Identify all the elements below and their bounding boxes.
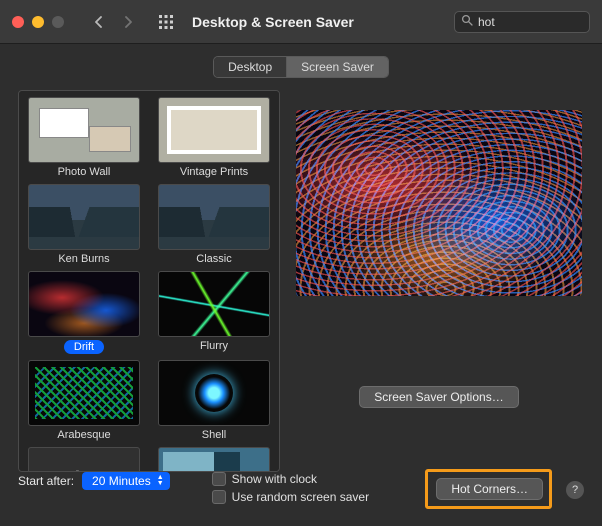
hot-corners-highlight: Hot Corners… — [425, 469, 552, 509]
start-after-label: Start after: — [18, 474, 74, 488]
tab-bar: Desktop Screen Saver — [18, 56, 584, 78]
screensaver-caption: Shell — [202, 429, 226, 441]
start-after-value: 20 Minutes — [92, 474, 151, 488]
show-with-clock-checkbox[interactable]: Show with clock — [212, 472, 369, 486]
screensaver-item-album-artwork[interactable]: Album Artwork — [153, 447, 275, 472]
screensaver-thumbnail — [158, 360, 270, 426]
screensaver-thumbnail — [158, 271, 270, 337]
screensaver-preview — [296, 110, 582, 296]
window-controls — [12, 16, 64, 28]
use-random-checkbox[interactable]: Use random screen saver — [212, 490, 369, 504]
show-all-prefs-button[interactable] — [158, 14, 174, 30]
search-input[interactable] — [478, 15, 602, 29]
screensaver-caption: Ken Burns — [58, 253, 109, 265]
zoom-window-button[interactable] — [52, 16, 64, 28]
window-title: Desktop & Screen Saver — [192, 14, 354, 30]
screensaver-caption: Arabesque — [57, 429, 110, 441]
titlebar: Desktop & Screen Saver ✕ — [0, 0, 602, 44]
screensaver-thumbnail — [28, 97, 140, 163]
screensaver-caption: Vintage Prints — [180, 166, 248, 178]
start-after-dropdown[interactable]: 20 Minutes ▲▼ — [82, 472, 170, 490]
screensaver-item-ken-burns[interactable]: Ken Burns — [23, 184, 145, 265]
screensaver-item-vintage-prints[interactable]: Vintage Prints — [153, 97, 275, 178]
screensaver-thumbnail — [28, 271, 140, 337]
screensaver-caption: Drift — [64, 340, 104, 354]
checkbox-icon — [212, 490, 226, 504]
screensaver-thumbnail — [28, 184, 140, 250]
screensaver-thumbnail — [158, 447, 270, 472]
checkbox-icon — [212, 472, 226, 486]
stepper-icon: ▲▼ — [157, 475, 164, 487]
screensaver-item-shell[interactable]: Shell — [153, 360, 275, 441]
screensaver-thumbnail: Aa — [28, 447, 140, 472]
screensaver-thumbnail — [158, 97, 270, 163]
screensaver-caption: Classic — [196, 253, 231, 265]
screensaver-item-photo-wall[interactable]: Photo Wall — [23, 97, 145, 178]
tab-desktop[interactable]: Desktop — [214, 57, 286, 77]
screensaver-item-classic[interactable]: Classic — [153, 184, 275, 265]
screensaver-list[interactable]: Photo Wall Vintage Prints Ken Burns Classic… — [18, 90, 280, 472]
hot-corners-button[interactable]: Hot Corners… — [436, 478, 543, 500]
screensaver-item-arabesque[interactable]: Arabesque — [23, 360, 145, 441]
help-button[interactable]: ? — [566, 481, 584, 499]
screensaver-item-drift[interactable]: Drift — [23, 271, 145, 354]
screen-saver-options-button[interactable]: Screen Saver Options… — [359, 386, 518, 408]
screensaver-caption: Flurry — [200, 340, 228, 352]
screensaver-item-flurry[interactable]: Flurry — [153, 271, 275, 354]
search-icon — [461, 14, 473, 29]
screensaver-caption: Photo Wall — [58, 166, 111, 178]
close-window-button[interactable] — [12, 16, 24, 28]
search-field[interactable]: ✕ — [454, 11, 590, 33]
tab-screen-saver[interactable]: Screen Saver — [286, 57, 388, 77]
minimize-window-button[interactable] — [32, 16, 44, 28]
forward-button[interactable] — [116, 11, 140, 33]
screensaver-thumbnail — [158, 184, 270, 250]
nav-buttons — [86, 11, 140, 33]
screensaver-item-message[interactable]: AaMessage — [23, 447, 145, 472]
screensaver-thumbnail — [28, 360, 140, 426]
back-button[interactable] — [86, 11, 110, 33]
